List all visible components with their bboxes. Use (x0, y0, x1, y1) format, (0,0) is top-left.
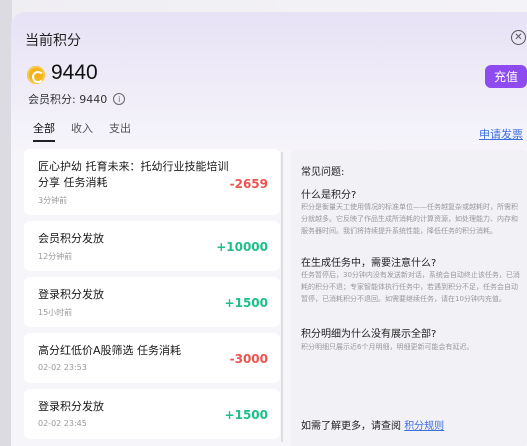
points-dialog: 当前积分 ✕ 9440 会员积分: 9440 i 充值 全部 收入 支出 申请发… (11, 12, 527, 446)
record-name: 登录积分发放 (38, 400, 104, 413)
info-icon[interactable]: i (113, 93, 126, 105)
record-amount: +10000 (216, 240, 268, 254)
record-name: 登录积分发放 (38, 288, 104, 301)
list-item: 高分红低价A股筛选 任务消耗 02-02 23:53 -3000 (24, 333, 280, 383)
record-amount: +1500 (224, 408, 268, 422)
member-points: 会员积分: 9440 i (28, 91, 126, 107)
tab-all[interactable]: 全部 (33, 120, 55, 142)
faq-title: 常见问题: (301, 167, 345, 178)
faq-question: 积分明细为什么没有展示全部? (301, 329, 437, 340)
list-scrollbar[interactable] (281, 152, 283, 442)
faq-answer: 积分是衡量天工使用情况的标准单位——任务越复杂或越耗时，所需积分就越多。它反映了… (301, 203, 518, 235)
tab-expense[interactable]: 支出 (109, 120, 131, 136)
recharge-button[interactable]: 充值 (485, 65, 527, 88)
list-item: 登录积分发放 15小时前 +1500 (24, 277, 280, 327)
faq-answer: 任务暂停后，30分钟内没有发送新对话，系统会自动终止该任务，已消耗的积分不退；专… (301, 271, 520, 303)
faq-question: 什么是积分? (301, 190, 357, 201)
record-time: 12分钟前 (38, 252, 73, 261)
record-time: 15小时前 (38, 308, 73, 317)
record-time: 3分钟前 (38, 196, 68, 205)
record-time: 02-02 23:53 (38, 363, 87, 372)
apply-invoice-link[interactable]: 申请发票 (479, 126, 523, 142)
points-record-list: 匠心护幼 托育未来：托幼行业技能培训分享 任务消耗 3分钟前 -2659 会员积… (24, 149, 280, 446)
coin-icon (27, 66, 45, 84)
dialog-title: 当前积分 (25, 33, 81, 49)
record-time: 02-02 23:45 (38, 419, 87, 428)
record-name: 会员积分发放 (38, 232, 104, 245)
record-tabs: 全部 收入 支出 (33, 120, 131, 142)
member-points-text: 会员积分: 9440 (28, 93, 108, 106)
faq-question: 在生成任务中，需要注意什么? (301, 258, 437, 269)
list-item: 登录积分发放 02-02 23:45 +1500 (24, 389, 280, 439)
record-name: 匠心护幼 托育未来：托幼行业技能培训分享 任务消耗 (38, 160, 229, 189)
faq-footer-text: 如需了解更多，请查阅 (301, 421, 401, 432)
points-rules-link[interactable]: 积分规则 (404, 421, 444, 432)
record-amount: +1500 (224, 296, 268, 310)
faq-panel: 常见问题: 什么是积分? 积分是衡量天工使用情况的标准单位——任务越复杂或越耗时… (291, 150, 527, 446)
record-amount: -2659 (229, 177, 268, 191)
close-icon[interactable]: ✕ (511, 30, 526, 45)
faq-footer: 如需了解更多，请查阅 积分规则 (301, 417, 444, 432)
list-item: 会员积分发放 12分钟前 +10000 (24, 221, 280, 271)
record-amount: -3000 (229, 352, 268, 366)
faq-answer: 积分明细只展示近6个月明细，明细更新可能会有延迟。 (301, 343, 474, 351)
list-item: 匠心护幼 托育未来：托幼行业技能培训分享 任务消耗 3分钟前 -2659 (24, 149, 280, 215)
tab-income[interactable]: 收入 (71, 120, 93, 136)
points-balance: 9440 (51, 61, 98, 84)
record-name: 高分红低价A股筛选 任务消耗 (38, 344, 182, 357)
